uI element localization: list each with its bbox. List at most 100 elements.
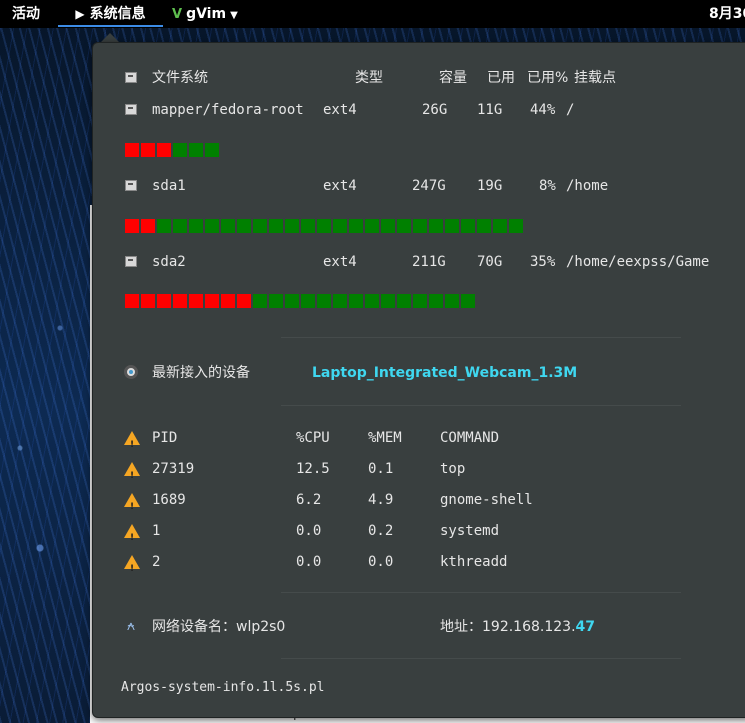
free-block bbox=[349, 219, 363, 233]
used-block bbox=[205, 294, 219, 308]
proc-mem: 4.9 bbox=[368, 492, 394, 508]
used-block bbox=[173, 294, 187, 308]
disk-size: 26G bbox=[422, 102, 448, 118]
free-block bbox=[397, 294, 411, 308]
used-block bbox=[141, 143, 155, 157]
proc-cmd: kthreadd bbox=[440, 554, 508, 570]
warning-icon: ! bbox=[124, 493, 140, 512]
disk-icon bbox=[125, 256, 137, 267]
free-block bbox=[269, 219, 283, 233]
network-row[interactable]: ⍲ 网络设备名：wlp2s0 地址：192.168.123.47 bbox=[93, 616, 713, 638]
vim-icon: V bbox=[172, 7, 183, 22]
disk-used: 11G bbox=[477, 102, 503, 118]
device-name: Laptop_Integrated_Webcam_1.3M bbox=[312, 365, 578, 381]
disk-row[interactable]: mapper/fedora-root ext4 26G 11G 44% / bbox=[93, 99, 713, 121]
free-block bbox=[381, 294, 395, 308]
process-row[interactable]: ! 27319 12.5 0.1 top bbox=[93, 458, 713, 481]
free-block bbox=[429, 219, 443, 233]
free-block bbox=[317, 219, 331, 233]
free-block bbox=[205, 143, 219, 157]
disk-pct: 8% bbox=[539, 178, 556, 194]
disk-name: sda1 bbox=[152, 178, 186, 194]
network-icon: ⍲ bbox=[126, 618, 136, 634]
disk-size: 247G bbox=[412, 178, 446, 194]
network-address-highlight: 47 bbox=[575, 619, 595, 635]
free-block bbox=[173, 143, 187, 157]
free-block bbox=[381, 219, 395, 233]
proc-cpu: 12.5 bbox=[296, 461, 330, 477]
warning-icon: ! bbox=[124, 462, 140, 481]
webcam-icon bbox=[124, 365, 138, 379]
app-name: gVim bbox=[186, 6, 227, 22]
process-row[interactable]: ! 1689 6.2 4.9 gnome-shell bbox=[93, 489, 713, 512]
disk-usage-bar bbox=[125, 294, 477, 308]
activities-button[interactable]: 活动 bbox=[12, 0, 40, 28]
free-block bbox=[253, 294, 267, 308]
free-block bbox=[365, 219, 379, 233]
proc-mem: 0.2 bbox=[368, 523, 394, 539]
fs-header-type: 类型 bbox=[355, 70, 383, 86]
free-block bbox=[269, 294, 283, 308]
proc-cpu: 0.0 bbox=[296, 554, 322, 570]
used-block bbox=[221, 294, 235, 308]
separator bbox=[281, 592, 681, 593]
free-block bbox=[349, 294, 363, 308]
fs-header-name: 文件系统 bbox=[152, 70, 208, 86]
disk-pct: 44% bbox=[530, 102, 556, 118]
free-block bbox=[317, 294, 331, 308]
network-address-text: 地址：192.168.123. bbox=[440, 619, 576, 635]
free-block bbox=[285, 294, 299, 308]
free-block bbox=[173, 219, 187, 233]
proc-pid: 27319 bbox=[152, 461, 195, 477]
free-block bbox=[445, 219, 459, 233]
disk-mount: / bbox=[566, 102, 575, 118]
play-icon: ▶ bbox=[75, 7, 85, 21]
proc-mem: 0.0 bbox=[368, 554, 394, 570]
free-block bbox=[301, 219, 315, 233]
disk-type: ext4 bbox=[323, 254, 357, 270]
fs-header-row[interactable]: 文件系统 类型 容量 已用 已用% 挂载点 bbox=[93, 67, 713, 89]
plugin-name-row[interactable]: Argos-system-info.1l.5s.pl bbox=[93, 677, 713, 699]
disk-size: 211G bbox=[412, 254, 446, 270]
separator bbox=[281, 405, 681, 406]
disk-name: sda2 bbox=[152, 254, 186, 270]
separator bbox=[281, 337, 681, 338]
used-block bbox=[125, 219, 139, 233]
system-info-label: 系统信息 bbox=[89, 6, 146, 22]
free-block bbox=[189, 219, 203, 233]
free-block bbox=[189, 143, 203, 157]
system-info-menu-button[interactable]: ▶ 系统信息 bbox=[58, 0, 163, 28]
fs-header-used: 已用 bbox=[487, 70, 515, 86]
clock[interactable]: 8月30 bbox=[709, 0, 745, 28]
disk-used: 19G bbox=[477, 178, 503, 194]
free-block bbox=[253, 219, 267, 233]
disk-mount: /home/eexpss/Game bbox=[566, 254, 710, 270]
free-block bbox=[509, 219, 523, 233]
disk-row[interactable]: sda2 ext4 211G 70G 35% /home/eexpss/Game bbox=[93, 251, 733, 273]
chevron-down-icon: ▼ bbox=[230, 10, 238, 21]
free-block bbox=[493, 219, 507, 233]
system-info-popup: 文件系统 类型 容量 已用 已用% 挂载点 mapper/fedora-root… bbox=[92, 42, 745, 718]
disk-name: mapper/fedora-root bbox=[152, 102, 304, 118]
process-row[interactable]: ! 2 0.0 0.0 kthreadd bbox=[93, 551, 713, 574]
used-block bbox=[125, 143, 139, 157]
device-label: 最新接入的设备 bbox=[152, 365, 250, 381]
free-block bbox=[477, 219, 491, 233]
disk-row[interactable]: sda1 ext4 247G 19G 8% /home bbox=[93, 175, 713, 197]
process-header-row[interactable]: ! PID %CPU %MEM COMMAND bbox=[93, 427, 713, 450]
device-row[interactable]: 最新接入的设备 Laptop_Integrated_Webcam_1.3M bbox=[93, 362, 713, 384]
app-menu-button[interactable]: VgVim ▼ bbox=[172, 0, 238, 28]
used-block bbox=[157, 143, 171, 157]
disk-icon bbox=[125, 72, 137, 83]
warning-icon: ! bbox=[124, 524, 140, 543]
proc-header-cmd: COMMAND bbox=[440, 430, 500, 446]
proc-pid: 1689 bbox=[152, 492, 186, 508]
free-block bbox=[365, 294, 379, 308]
free-block bbox=[301, 294, 315, 308]
fs-header-size: 容量 bbox=[439, 70, 467, 86]
free-block bbox=[333, 294, 347, 308]
proc-cpu: 0.0 bbox=[296, 523, 322, 539]
used-block bbox=[237, 294, 251, 308]
process-row[interactable]: ! 1 0.0 0.2 systemd bbox=[93, 520, 713, 543]
plugin-name: Argos-system-info.1l.5s.pl bbox=[121, 680, 325, 695]
